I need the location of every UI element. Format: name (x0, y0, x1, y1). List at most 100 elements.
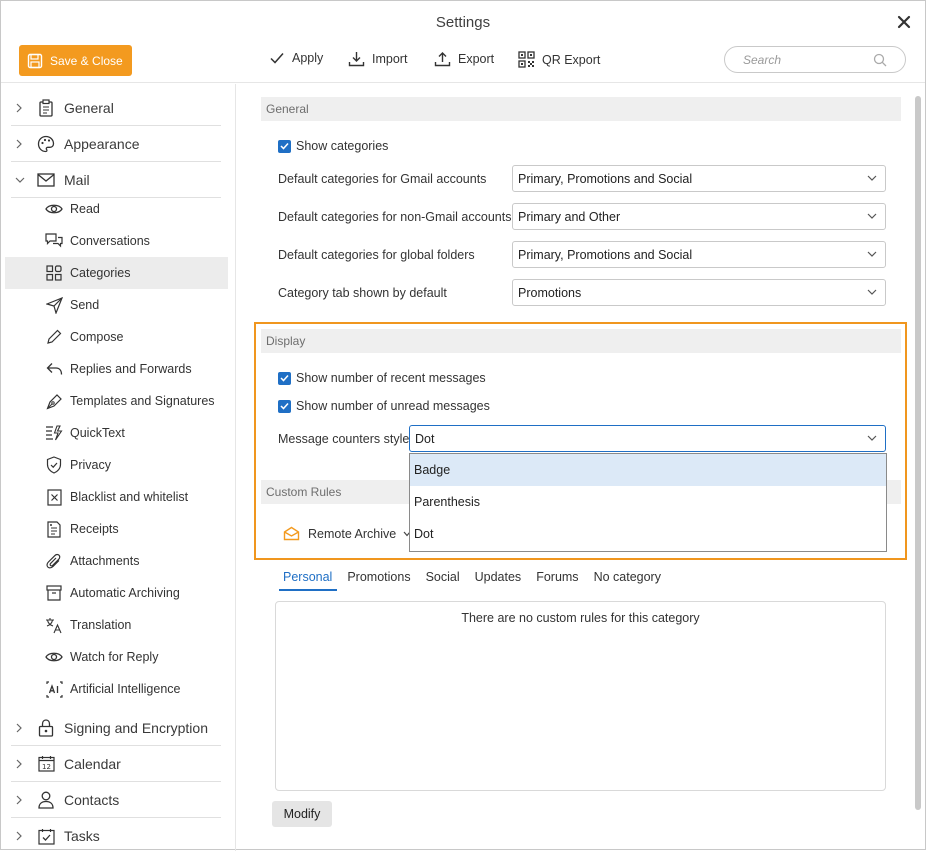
sidebar-item-categories[interactable]: Categories (5, 257, 228, 289)
sidebar-item-label: Blacklist and whitelist (70, 490, 189, 504)
chevron-right-icon[interactable] (15, 831, 29, 841)
tab-updates[interactable]: Updates (471, 567, 527, 591)
chevron-down-icon (867, 213, 877, 219)
lock-icon (37, 718, 55, 737)
sidebar-item-receipts[interactable]: Receipts (5, 513, 228, 545)
sidebar-item-label: Receipts (70, 522, 119, 536)
sidebar-item-replies-forwards[interactable]: Replies and Forwards (5, 353, 228, 385)
settings-window: Settings Save & Close Apply Import Expor… (0, 0, 926, 852)
chevron-down-icon (867, 435, 877, 441)
sidebar-item-blacklist-whitelist[interactable]: Blacklist and whitelist (5, 481, 228, 513)
paperclip-icon (45, 552, 63, 570)
select-value: Primary and Other (518, 209, 621, 224)
sidebar-item-automatic-archiving[interactable]: Automatic Archiving (5, 577, 228, 609)
sidebar-category-label: Signing and Encryption (64, 719, 208, 736)
qr-code-icon (518, 51, 535, 68)
sidebar-item-send[interactable]: Send (5, 289, 228, 321)
checkbox-checked-icon[interactable] (278, 371, 291, 385)
save-close-button[interactable]: Save & Close (19, 45, 132, 76)
show-recent-messages-checkbox[interactable]: Show number of recent messages (278, 371, 486, 385)
account-selector[interactable]: Remote Archive (283, 526, 419, 541)
import-label: Import (372, 52, 408, 66)
sidebar-item-translation[interactable]: Translation (5, 609, 228, 641)
tab-no-category[interactable]: No category (590, 567, 666, 591)
window-title: Settings (435, 14, 491, 31)
global-folders-categories-select[interactable]: Primary, Promotions and Social (512, 241, 886, 268)
modify-button[interactable]: Modify (272, 801, 332, 827)
sidebar-item-artificial-intelligence[interactable]: Artificial Intelligence (5, 673, 228, 705)
tab-social[interactable]: Social (422, 567, 465, 591)
chevron-down-icon (867, 251, 877, 257)
gmail-categories-label: Default categories for Gmail accounts (278, 172, 487, 186)
default-tab-select[interactable]: Promotions (512, 279, 886, 306)
sidebar-category-tasks[interactable]: Tasks (11, 818, 221, 852)
vertical-scrollbar[interactable] (915, 96, 921, 810)
message-counters-style-label: Message counters style (278, 432, 410, 446)
tab-promotions[interactable]: Promotions (343, 567, 415, 591)
gmail-categories-select[interactable]: Primary, Promotions and Social (512, 165, 886, 192)
sidebar-item-quicktext[interactable]: QuickText (5, 417, 228, 449)
toolbar: Save & Close Apply Import Export QR Expo… (1, 41, 925, 83)
ai-icon (45, 680, 63, 698)
calendar-icon: 12 (37, 755, 55, 773)
chevron-right-icon[interactable] (15, 795, 29, 805)
dropdown-option-badge[interactable]: Badge (410, 454, 886, 486)
non-gmail-categories-select[interactable]: Primary and Other (512, 203, 886, 230)
chevron-right-icon[interactable] (15, 759, 29, 769)
pen-nib-icon (45, 392, 63, 410)
select-value: Primary, Promotions and Social (518, 247, 693, 262)
chevron-right-icon[interactable] (15, 723, 29, 733)
eye-icon (45, 648, 63, 666)
sidebar-item-attachments[interactable]: Attachments (5, 545, 228, 577)
sidebar-category-label: General (64, 99, 114, 116)
qr-export-button[interactable]: QR Export (518, 51, 600, 68)
quicktext-icon (45, 424, 63, 442)
chevron-down-icon[interactable] (15, 176, 29, 184)
tasks-checklist-icon (37, 827, 55, 845)
receipt-icon (45, 520, 63, 538)
sidebar-category-calendar[interactable]: 12 Calendar (11, 746, 221, 782)
sidebar-category-general[interactable]: General (11, 90, 221, 126)
sidebar-item-label: Read (70, 202, 100, 216)
sidebar-item-read[interactable]: Read (5, 193, 228, 225)
sidebar-category-appearance[interactable]: Appearance (11, 126, 221, 162)
chevron-right-icon[interactable] (15, 103, 29, 113)
close-icon[interactable] (895, 13, 913, 31)
import-button[interactable]: Import (348, 51, 407, 67)
blacklist-icon (45, 488, 63, 506)
show-unread-messages-checkbox[interactable]: Show number of unread messages (278, 399, 490, 413)
sidebar-item-templates-signatures[interactable]: Templates and Signatures (5, 385, 228, 417)
sidebar-item-label: Artificial Intelligence (70, 682, 181, 696)
sidebar-item-conversations[interactable]: Conversations (5, 225, 228, 257)
sidebar-item-label: Automatic Archiving (70, 586, 180, 600)
custom-rules-list[interactable]: There are no custom rules for this categ… (275, 601, 886, 791)
counter-style-dropdown: Badge Parenthesis Dot (409, 453, 887, 552)
chevron-down-icon (867, 175, 877, 181)
svg-text:12: 12 (42, 763, 51, 771)
export-button[interactable]: Export (434, 51, 494, 67)
sidebar-category-contacts[interactable]: Contacts (11, 782, 221, 818)
sidebar-item-label: Watch for Reply (70, 650, 159, 664)
sidebar-item-compose[interactable]: Compose (5, 321, 228, 353)
tab-forums[interactable]: Forums (532, 567, 583, 591)
select-value: Primary, Promotions and Social (518, 171, 693, 186)
apply-button[interactable]: Apply (269, 51, 323, 65)
tab-personal[interactable]: Personal (279, 567, 338, 591)
sidebar-item-privacy[interactable]: Privacy (5, 449, 228, 481)
show-categories-checkbox[interactable]: Show categories (278, 139, 388, 153)
qr-export-label: QR Export (542, 52, 601, 67)
checkbox-checked-icon[interactable] (278, 399, 291, 413)
sidebar-item-label: QuickText (70, 426, 125, 440)
sidebar-item-watch-for-reply[interactable]: Watch for Reply (5, 641, 228, 673)
account-name: Remote Archive (308, 526, 397, 541)
search-icon (873, 53, 887, 67)
checkbox-checked-icon[interactable] (278, 139, 291, 153)
select-value: Dot (415, 431, 435, 446)
message-counters-style-select[interactable]: Dot (409, 425, 886, 452)
search-input[interactable]: Search (724, 46, 906, 73)
sidebar-category-signing-encryption[interactable]: Signing and Encryption (11, 710, 221, 746)
chevron-right-icon[interactable] (15, 139, 29, 149)
select-value: Promotions (518, 285, 582, 300)
dropdown-option-dot[interactable]: Dot (410, 518, 886, 550)
dropdown-option-parenthesis[interactable]: Parenthesis (410, 486, 886, 518)
